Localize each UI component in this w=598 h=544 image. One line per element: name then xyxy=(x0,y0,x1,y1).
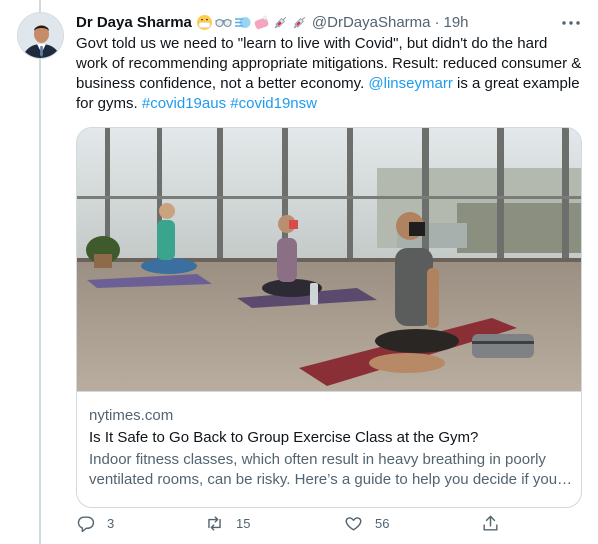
thread-line xyxy=(39,0,41,544)
avatar[interactable] xyxy=(17,12,64,59)
retweet-count: 15 xyxy=(236,515,251,531)
card-meta: nytimes.com Is It Safe to Go Back to Gro… xyxy=(89,406,574,490)
more-options-icon[interactable] xyxy=(560,12,582,34)
share-button[interactable] xyxy=(481,513,500,533)
name-emojis xyxy=(196,14,308,31)
mask-face-emoji xyxy=(196,14,213,31)
hashtag-link[interactable]: #covid19aus xyxy=(142,95,226,112)
reply-icon xyxy=(76,514,95,533)
tweet: Dr Daya Sharma @DrDayaSharma · 19h Govt … xyxy=(76,12,582,532)
timestamp[interactable]: 19h xyxy=(444,14,469,31)
card-domain: nytimes.com xyxy=(89,407,174,424)
card-description: Indoor fitness classes, which often resu… xyxy=(89,451,573,488)
hashtag-link[interactable]: #covid19nsw xyxy=(230,95,317,112)
card-image[interactable] xyxy=(77,128,581,391)
syringe-emoji xyxy=(272,14,289,31)
link-card[interactable]: nytimes.com Is It Safe to Go Back to Gro… xyxy=(76,127,582,508)
card-title[interactable]: Is It Safe to Go Back to Group Exercise … xyxy=(89,428,574,448)
user-handle[interactable]: @DrDayaSharma xyxy=(312,14,431,31)
display-name[interactable]: Dr Daya Sharma xyxy=(76,14,192,31)
card-divider xyxy=(77,391,581,392)
tweet-text: Govt told us we need to "learn to live w… xyxy=(76,34,582,114)
tweet-actions: 3 15 56 xyxy=(76,513,582,533)
syringe-emoji xyxy=(291,14,308,31)
retweet-icon xyxy=(205,514,224,533)
like-count: 56 xyxy=(375,515,390,531)
reply-button[interactable]: 3 xyxy=(76,513,114,533)
heart-icon xyxy=(344,514,363,533)
wind-emoji xyxy=(234,14,251,31)
like-button[interactable]: 56 xyxy=(344,513,389,533)
separator-dot: · xyxy=(434,13,440,31)
goggles-emoji xyxy=(215,14,232,31)
mention-link[interactable]: @linseymarr xyxy=(368,75,452,92)
retweet-button[interactable]: 15 xyxy=(205,513,250,533)
soap-emoji xyxy=(253,14,270,31)
reply-count: 3 xyxy=(107,515,115,531)
share-icon xyxy=(481,514,500,533)
tweet-header: Dr Daya Sharma @DrDayaSharma · 19h xyxy=(76,12,582,32)
